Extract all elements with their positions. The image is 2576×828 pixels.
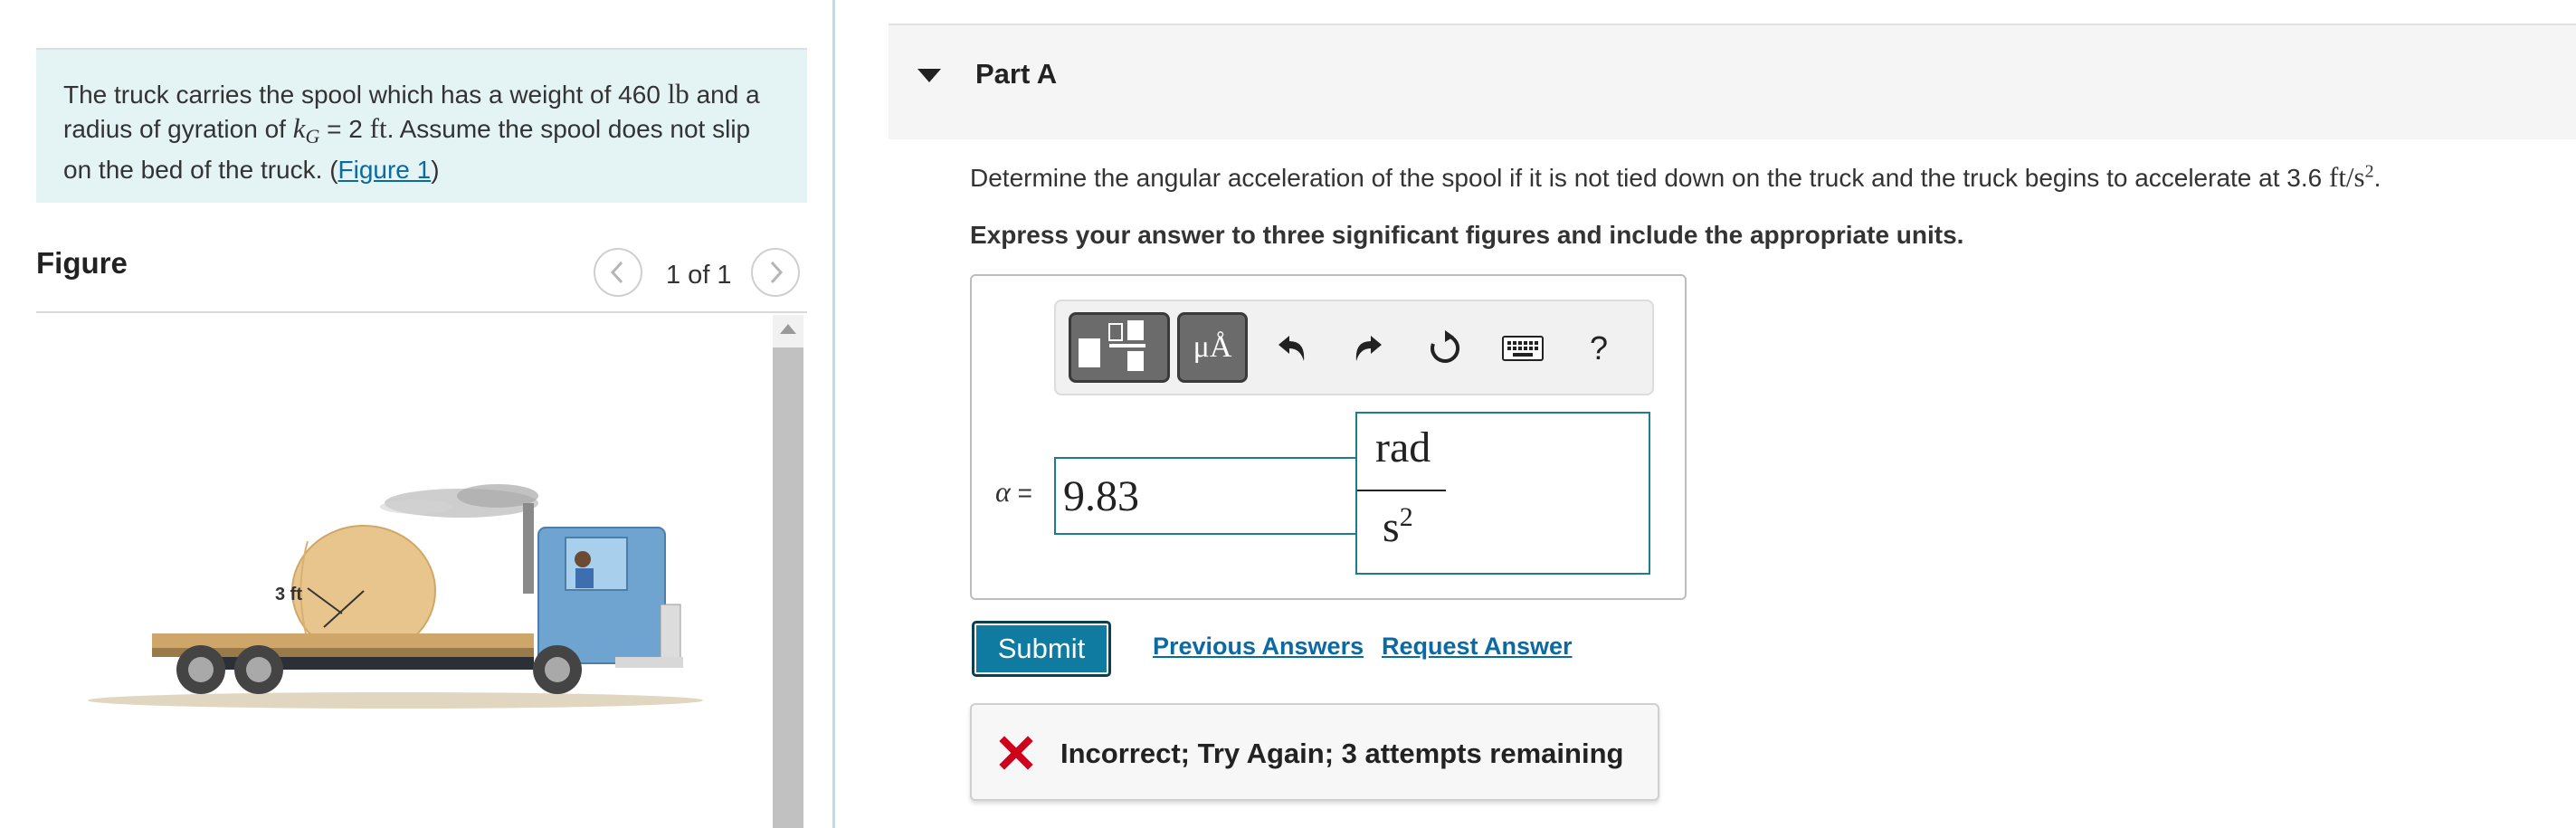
problem-text: )	[431, 156, 440, 184]
undo-icon	[1278, 336, 1305, 361]
question-end: .	[2373, 164, 2381, 192]
answer-instruction: Express your answer to three significant…	[970, 221, 1964, 249]
figure-title: Figure	[36, 246, 128, 280]
fraction-bar	[1357, 490, 1446, 491]
reset-icon	[1431, 330, 1460, 363]
unit-numerator: rad	[1375, 424, 1431, 471]
x-icon	[999, 736, 1033, 770]
figure-scrollbar[interactable]	[773, 315, 803, 828]
scroll-up-icon[interactable]	[773, 315, 803, 342]
next-figure-button[interactable]	[751, 248, 800, 297]
problem-statement: The truck carries the spool which has a …	[36, 48, 807, 203]
previous-figure-button[interactable]	[594, 248, 642, 297]
dimension-label: 3 ft	[275, 585, 302, 604]
request-answer-link[interactable]: Request Answer	[1382, 633, 1573, 661]
keyboard-button[interactable]	[1499, 321, 1546, 376]
keyboard-icon	[1502, 336, 1544, 361]
panel-divider	[832, 0, 835, 828]
k-symbol: k	[292, 112, 306, 144]
math-toolbar: μÅ ?	[1054, 300, 1654, 395]
question-body: Determine the angular acceleration of th…	[970, 164, 2329, 192]
help-button[interactable]: ?	[1575, 321, 1622, 376]
flatbed	[152, 633, 534, 648]
unit-denominator: s2	[1383, 502, 1413, 552]
answer-box: μÅ ? α = rad s2	[970, 274, 1687, 600]
scroll-thumb[interactable]	[773, 347, 803, 828]
reset-button[interactable]	[1421, 321, 1469, 376]
answer-value-input[interactable]	[1054, 457, 1380, 535]
answer-units-input[interactable]: rad s2	[1355, 412, 1650, 575]
undo-button[interactable]	[1269, 321, 1317, 376]
answer-variable-label: α =	[995, 475, 1032, 509]
figure-header: Figure 1 of 1	[36, 237, 807, 313]
left-panel: The truck carries the spool which has a …	[0, 0, 832, 828]
k-subscript: G	[305, 125, 320, 148]
alpha-symbol: α	[995, 475, 1011, 508]
unit-denominator-base: s	[1383, 503, 1400, 551]
units-button[interactable]: μÅ	[1177, 312, 1248, 383]
feedback-message: Incorrect; Try Again; 3 attempts remaini…	[970, 703, 1659, 801]
templates-button[interactable]	[1069, 312, 1170, 383]
figure-counter: 1 of 1	[666, 261, 732, 290]
problem-text: = 2	[319, 115, 370, 143]
feedback-text: Incorrect; Try Again; 3 attempts remaini…	[1060, 738, 1624, 769]
chevron-right-icon	[770, 261, 784, 284]
redo-icon	[1355, 336, 1382, 361]
truck-spool-illustration: 3 ft	[88, 484, 703, 709]
length-unit: ft	[369, 112, 387, 144]
question-unit: ft/s	[2329, 161, 2365, 193]
problem-text: The truck carries the spool which has a …	[63, 81, 668, 109]
figure-viewport: 3 ft	[36, 315, 807, 828]
part-title: Part A	[975, 58, 1058, 90]
previous-answers-link[interactable]: Previous Answers	[1153, 633, 1364, 661]
question-exponent: 2	[2364, 161, 2374, 182]
question-text: Determine the angular acceleration of th…	[970, 161, 2381, 194]
redo-button[interactable]	[1344, 321, 1391, 376]
weight-unit: lb	[667, 78, 689, 109]
collapse-caret-icon[interactable]	[917, 69, 941, 82]
figure-link[interactable]: Figure 1	[338, 156, 432, 184]
part-header[interactable]: Part A	[889, 24, 2576, 139]
submit-button[interactable]: Submit	[972, 621, 1111, 677]
templates-icon	[1079, 320, 1145, 371]
unit-exponent: 2	[1399, 502, 1413, 532]
equals-sign: =	[1010, 479, 1032, 507]
chevron-left-icon	[610, 261, 623, 284]
